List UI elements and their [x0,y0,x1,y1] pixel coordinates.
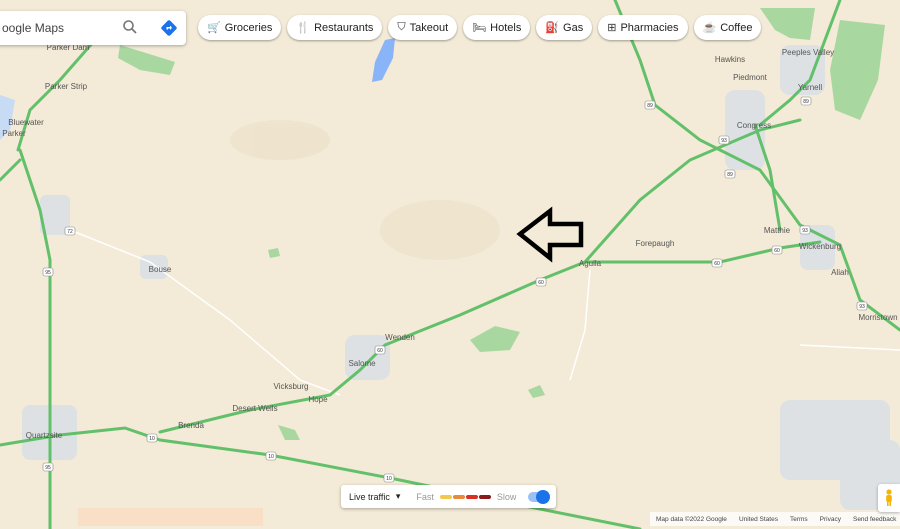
chevron-down-icon[interactable]: ▾ [396,491,401,502]
svg-text:60: 60 [714,261,720,267]
route-shield: 60 [374,345,386,355]
traffic-scale-segment [465,494,478,499]
chip-gas[interactable]: ⛽ Gas [536,15,593,40]
route-shield: 89 [800,96,812,106]
directions-icon[interactable] [160,19,178,37]
svg-text:89: 89 [647,103,653,109]
place-label: Vicksburg [274,382,309,391]
search-icon[interactable] [122,19,138,35]
terms-link[interactable]: Terms [790,516,808,523]
place-label: Yarnell [798,83,823,92]
traffic-fast-label: Fast [416,491,434,502]
country-text: United States [738,515,778,523]
coffee-icon: ☕ [702,22,717,34]
chip-hotels[interactable]: 🛏 Hotels [463,15,531,40]
live-traffic-label[interactable]: Live traffic [349,492,390,502]
traffic-slow-label: Slow [496,491,517,502]
svg-text:89: 89 [727,172,733,178]
svg-text:95: 95 [45,270,51,276]
traffic-scale-segment [452,494,465,499]
pegman-button[interactable] [878,484,900,512]
svg-text:93: 93 [721,138,727,144]
place-label: Aliah [831,268,849,277]
place-label: Hope [308,395,328,404]
svg-text:10: 10 [268,454,274,460]
svg-text:95: 95 [45,465,51,471]
route-shield: 95 [42,462,54,472]
svg-text:10: 10 [149,436,155,442]
chip-groceries[interactable]: 🛒 Groceries [198,15,282,40]
route-shield: 95 [42,267,54,277]
chip-pharmacies[interactable]: ⊞ Pharmacies [598,15,688,40]
route-shield: 60 [711,258,723,268]
route-shield: 60 [771,245,783,255]
place-label: Wenden [385,333,415,342]
place-label: Bluewater [8,118,44,127]
pegman-icon [886,489,892,506]
place-label: Hawkins [715,55,745,64]
svg-text:93: 93 [859,304,865,310]
search-input[interactable] [2,21,122,35]
blank-strip [78,508,263,526]
place-label: Bouse [149,265,172,274]
place-label: Morristown [858,313,897,322]
svg-text:60: 60 [774,248,780,254]
traffic-scale-segment [439,494,452,499]
place-label: Piedmont [733,73,768,82]
place-label: Salome [348,359,376,368]
route-shield: 89 [644,100,656,110]
svg-text:93: 93 [802,228,808,234]
chip-takeout[interactable]: ⛉ Takeout [388,15,458,40]
place-label: Brenda [178,421,204,430]
traffic-toggle[interactable] [528,489,550,504]
place-label: Peeples Valley [782,48,834,57]
chip-restaurants[interactable]: 🍴 Restaurants [287,15,383,40]
feedback-link[interactable]: Send feedback [853,516,896,523]
route-shield: 89 [724,169,736,179]
category-chips: 🛒 Groceries 🍴 Restaurants ⛉ Takeout 🛏 Hotels… [198,15,762,40]
copyright-text: Map data ©2022 Google [656,515,727,523]
place-label: Quartzsite [26,431,63,440]
place-label: Forepaugh [636,239,675,248]
svg-text:10: 10 [386,476,392,482]
traffic-scale [439,494,491,499]
svg-text:72: 72 [67,229,73,235]
pharmacy-icon: ⊞ [607,22,617,34]
svg-text:89: 89 [803,99,809,105]
route-shield: 10 [265,451,277,461]
place-label: Aguila [579,259,602,268]
gas-pump-icon: ⛽ [545,22,560,34]
map-attribution: Map data ©2022 Google United States Term… [650,512,900,526]
traffic-scale-segment [478,494,491,499]
route-shield: 60 [535,277,547,287]
route-shield: 93 [718,135,730,145]
chip-coffee[interactable]: ☕ Coffee [693,15,762,40]
fork-knife-icon: 🍴 [296,22,311,34]
privacy-link[interactable]: Privacy [820,516,841,523]
map-canvas[interactable]: 72 95 95 60 60 60 60 93 93 89 89 89 93 1… [0,0,900,529]
svg-text:60: 60 [377,348,383,354]
place-label: Matthie [764,226,791,235]
svg-text:60: 60 [538,280,544,286]
route-shield: 10 [146,433,158,443]
route-shield: 93 [799,225,811,235]
place-label: Wickenburg [799,242,841,251]
place-label: Congress [737,121,771,130]
route-shield: 93 [856,301,868,311]
place-label: Parker Strip [45,82,88,91]
route-shield: 10 [383,473,395,483]
takeout-icon: ⛉ [397,21,406,33]
live-traffic-panel[interactable]: Live traffic ▾ Fast Slow [341,485,556,508]
cart-icon: 🛒 [207,22,221,34]
place-label: Parker [2,129,26,138]
route-shield: 72 [64,226,76,236]
bed-icon: 🛏 [472,22,487,34]
place-label: Desert Wells [232,404,277,413]
search-box[interactable] [0,11,186,45]
